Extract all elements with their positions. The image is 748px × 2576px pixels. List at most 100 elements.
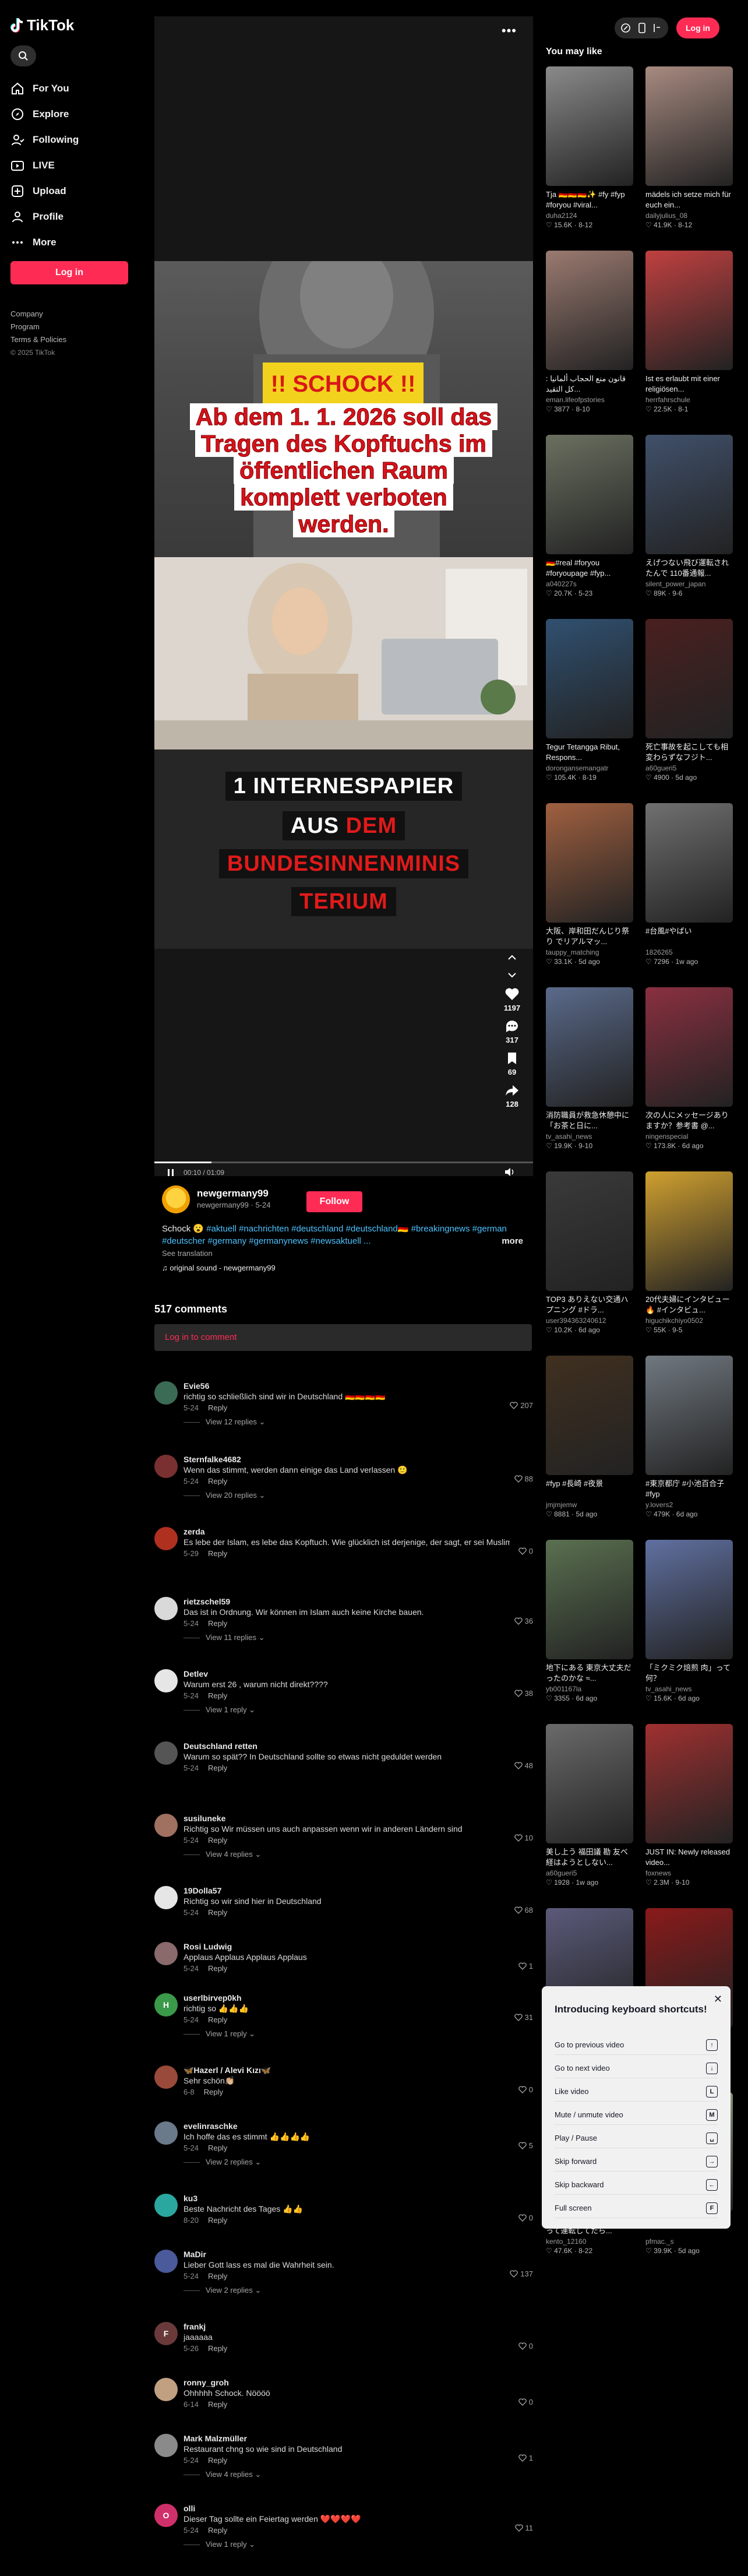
pause-icon[interactable] [166, 1168, 175, 1177]
video-thumbnail[interactable] [546, 1171, 633, 1291]
video-card[interactable]: 20代夫婦にインタビュー 🔥 #インタビュ... higuchikchiyo050… [645, 1171, 733, 1334]
view-replies-button[interactable]: View 12 replies ⌄ [184, 1417, 265, 1427]
video-thumbnail[interactable] [645, 1171, 733, 1291]
comment-like-button[interactable]: 1 [518, 2454, 533, 2462]
video-card[interactable]: Ist es erlaubt mit einer religiösen... he… [645, 251, 733, 413]
video-card[interactable]: 消防職員が救急休憩中に「お茶と日に... tv_asahi_news ♡ 19.9K… [546, 987, 633, 1150]
reply-button[interactable]: Reply [208, 1403, 227, 1412]
comment-author[interactable]: ku3 [184, 2194, 197, 2203]
footer-terms-link[interactable]: Terms & Policies [10, 333, 66, 346]
view-replies-button[interactable]: View 1 reply ⌄ [184, 2540, 255, 2549]
video-thumbnail[interactable] [645, 619, 733, 738]
comment-author[interactable]: Evie56 [184, 1381, 209, 1391]
reply-button[interactable]: Reply [208, 2400, 227, 2409]
author-name[interactable]: newgermany99 [197, 1188, 269, 1199]
comment-author[interactable]: frankj [184, 2322, 206, 2331]
card-title[interactable]: Tegur Tetangga Ribut, Respons... [546, 742, 633, 763]
tiktok-logo[interactable]: TikTok [10, 16, 74, 34]
card-title[interactable]: 美し上う 福田議 勘 友べ経はようとしない... [546, 1847, 633, 1868]
view-replies-button[interactable]: View 1 reply ⌄ [184, 2029, 255, 2039]
card-author[interactable]: duha2124 [546, 212, 633, 220]
card-author[interactable]: kento_12160 [546, 2237, 633, 2246]
reply-button[interactable]: Reply [208, 1836, 227, 1845]
reply-button[interactable]: Reply [208, 2344, 227, 2353]
card-author[interactable]: herrfahrschule [645, 396, 733, 404]
video-card[interactable]: 🇩🇪#real #foryou #foryoupage #fyp... a0402… [546, 435, 633, 597]
comment-like-button[interactable]: 36 [514, 1617, 533, 1625]
view-replies-button[interactable]: View 1 reply ⌄ [184, 1705, 255, 1715]
video-card[interactable]: えげつない飛び運転されたんで 110番通報... silent_power_jap… [645, 435, 733, 597]
comment-like-button[interactable]: 0 [518, 2398, 533, 2406]
video-thumbnail[interactable] [546, 803, 633, 923]
comment-like-button[interactable]: 38 [514, 1689, 533, 1698]
card-title[interactable]: えげつない飛び運転されたんで 110番通報... [645, 558, 733, 579]
like-button[interactable]: 1197 [500, 987, 524, 1012]
video-player[interactable]: ••• !! SCHOCK !! Ab dem 1. 1. 2026 soll … [154, 16, 533, 1177]
card-author[interactable]: foxnews [645, 1869, 733, 1877]
comment-avatar[interactable] [154, 1455, 178, 1478]
nav-more[interactable]: More [10, 230, 133, 255]
card-author[interactable]: tv_asahi_news [645, 1685, 733, 1693]
video-card[interactable]: Tegur Tetangga Ribut, Respons... dorongan… [546, 619, 633, 782]
view-replies-button[interactable]: View 4 replies ⌄ [184, 2470, 261, 2479]
author-avatar[interactable] [162, 1185, 190, 1213]
previous-video-button[interactable] [500, 952, 524, 963]
card-author[interactable]: a040227s [546, 580, 633, 588]
comment-avatar[interactable] [154, 1381, 178, 1405]
comment-author[interactable]: Deutschland retten [184, 1741, 257, 1751]
comment-like-button[interactable]: 0 [518, 1547, 533, 1556]
more-link[interactable]: more [502, 1235, 523, 1247]
comment-author[interactable]: Mark Malzmüller [184, 2434, 247, 2443]
reply-button[interactable]: Reply [208, 1691, 227, 1700]
sound-link[interactable]: ♫ original sound - newgermany99 [162, 1262, 523, 1274]
nav-live[interactable]: LIVE [10, 153, 133, 178]
video-thumbnail[interactable] [546, 66, 633, 186]
video-thumbnail[interactable] [546, 1540, 633, 1659]
comment-like-button[interactable]: 0 [518, 2213, 533, 2222]
comment-like-button[interactable]: 137 [510, 2269, 533, 2278]
volume-icon[interactable] [504, 1167, 516, 1177]
card-author[interactable]: a60gueri5 [645, 764, 733, 772]
video-thumbnail[interactable] [645, 987, 733, 1107]
card-author[interactable]: user394363240612 [546, 1317, 633, 1325]
view-replies-button[interactable]: View 11 replies ⌄ [184, 1633, 264, 1642]
video-thumbnail[interactable] [546, 619, 633, 738]
card-author[interactable]: dailyjulius_08 [645, 212, 733, 220]
card-title[interactable]: #fyp #長崎 #夜景 [546, 1479, 633, 1500]
comment-like-button[interactable]: 68 [514, 1906, 533, 1915]
login-to-comment-button[interactable]: Log in to comment [154, 1324, 532, 1351]
footer-company-link[interactable]: Company [10, 308, 66, 321]
card-title[interactable]: #台風#やばい [645, 926, 733, 947]
reply-button[interactable]: Reply [208, 2216, 227, 2225]
video-card[interactable]: 地下にある 東京大丈夫だったのかな ≈... yb001167la ♡ 3355 ·… [546, 1540, 633, 1702]
video-card[interactable]: 美し上う 福田議 勘 友べ経はようとしない... a60gueri5 ♡ 1928 … [546, 1724, 633, 1887]
comment-like-button[interactable]: 48 [514, 1761, 533, 1770]
card-author[interactable]: tauppy_matching [546, 948, 633, 956]
video-card[interactable]: Tja 🇩🇪🇩🇪🇩🇪✨ #fy #fyp #foryou #viral... du… [546, 66, 633, 229]
comment-avatar[interactable]: O [154, 2504, 178, 2527]
comment-avatar[interactable] [154, 1741, 178, 1765]
card-author[interactable]: dorongansemangatr [546, 764, 633, 772]
comment-author[interactable]: 🦋Hazerl / Alevi Kızı🦋 [184, 2065, 271, 2075]
video-card[interactable]: #台風#やばい 1826265 ♡ 7296 · 1w ago [645, 803, 733, 966]
comment-author[interactable]: Rosi Ludwig [184, 1942, 232, 1951]
card-author[interactable]: ningenspecial [645, 1132, 733, 1141]
video-card[interactable]: 大阪、岸和田だんじり祭り でリアルマッ... tauppy_matching ♡ 3… [546, 803, 633, 966]
comment-author[interactable]: Detlev [184, 1669, 208, 1678]
video-thumbnail[interactable] [645, 251, 733, 370]
comment-like-button[interactable]: 10 [514, 1834, 533, 1842]
video-thumbnail[interactable] [645, 1540, 733, 1659]
reply-button[interactable]: Reply [208, 1619, 227, 1628]
comment-like-button[interactable]: 1 [518, 1962, 533, 1970]
comment-avatar[interactable] [154, 2065, 178, 2089]
more-options-icon[interactable]: ••• [502, 23, 517, 38]
comment-author[interactable]: Sternfalke4682 [184, 1455, 241, 1464]
card-author[interactable]: a60gueri5 [546, 1869, 633, 1877]
comment-avatar[interactable]: H [154, 1993, 178, 2017]
nav-for-you[interactable]: For You [10, 76, 133, 101]
video-thumbnail[interactable] [546, 1356, 633, 1475]
card-title[interactable]: JUST IN: Newly released video... [645, 1847, 733, 1868]
video-card[interactable]: 「ミクミク焙煎 肉」って何？ tv_asahi_news ♡ 15.6K · 6d … [645, 1540, 733, 1702]
comment-avatar[interactable]: F [154, 2322, 178, 2345]
card-title[interactable]: Tja 🇩🇪🇩🇪🇩🇪✨ #fy #fyp #foryou #viral... [546, 189, 633, 210]
